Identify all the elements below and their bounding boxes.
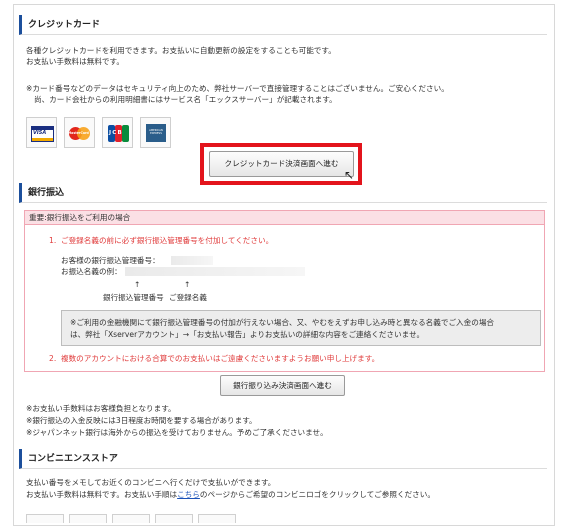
visa-label: VISA [33,130,47,136]
item1-text: ご登録名義の前に必ず銀行振込管理番号を付加してください。 [61,236,274,245]
credit-note-2: 尚、カード会社からの利用明細書にはサービス名「エックスサーバー」が記載されます。 [34,95,337,104]
bank-transfer-payment-button[interactable]: 銀行振り込み決済画面へ進む [220,375,345,396]
mastercard-label: MasterCard [68,131,89,135]
label-registered-name: ご登録名義 [169,293,207,302]
payment-page: クレジットカード 各種クレジットカードを利用できます。お支払いに自動更新の設定を… [13,4,555,526]
bank-section-title: 銀行振込 [19,183,547,203]
jcb-label: JCB [109,130,123,136]
arrow-name: ↑ [184,280,191,289]
conv-desc-2-b: のページからご希望のコンビニロゴをクリックしてご参照ください。 [199,490,435,499]
amex-label: AMERICAN EXPRESS [149,129,163,135]
conv-desc-1: 支払い番号をメモしてお近くのコンビニへ行くだけで支払いができます。 [26,478,276,487]
item2-text: 複数のアカウントにおける合算でのお支払いはご遠慮くださいますようお願い申し上げま… [61,354,380,363]
label-mgmt-number: 銀行振込管理番号 [103,293,164,302]
jcb-logo: JCB [102,117,133,148]
credit-section-title: クレジットカード [19,15,547,35]
note-box-line-1: ※ご利用の金融機関にて銀行振込管理番号の付加が行えない場合、又、やむをえずお申し… [70,318,495,327]
conv-desc-2: お支払い手数料は無料です。お支払い手順はこちらのページからご希望のコンビニロゴを… [26,489,435,500]
convenience-logo-4[interactable] [155,514,193,523]
credit-desc-2: お支払い手数料は無料です。 [26,57,124,66]
payer-name-redacted [125,267,305,276]
convenience-logo-1[interactable] [26,514,64,523]
convenience-logo-3[interactable] [112,514,150,523]
note-box: ※ご利用の金融機関にて銀行振込管理番号の付加が行えない場合、又、やむをえずお申し… [61,310,541,346]
bank-footnote-3: ※ジャパンネット銀行は海外からの振込を受けておりません。予めご了承くださいませ。 [26,428,328,437]
mgmt-number-field-label: お客様の銀行振込管理番号： [61,256,160,265]
bank-notice-box: 重要:銀行振込をご利用の場合 1. ご登録名義の前に必ず銀行振込管理番号を付加し… [24,210,545,372]
convenience-logo-5[interactable] [198,514,236,523]
credit-note-1: ※カード番号などのデータはセキュリティ向上のため、弊社サーバーで直接管理すること… [26,84,449,93]
cursor-icon: ↖ [344,168,355,182]
convenience-logo-2[interactable] [69,514,107,523]
note-box-line-2: は、弊社「Xserverアカウント」→「お支払い報告」よりお支払いの詳細な内容を… [70,330,425,339]
bank-footnote-1: ※お支払い手数料はお客様負担となります。 [26,404,176,413]
mastercard-logo: MasterCard [64,117,95,148]
amex-logo: AMERICAN EXPRESS [140,117,171,148]
visa-logo: VISA [26,117,57,148]
bank-notice-title: 重要:銀行振込をご利用の場合 [25,211,544,225]
payer-name-example-label: お振込名義の例： [61,267,122,276]
bank-footnote-2: ※銀行振込の入金反映には3日程度お時間を要する場合があります。 [26,416,257,425]
item1-number: 1. [49,236,57,245]
highlight-frame [200,143,362,185]
credit-desc-1: 各種クレジットカードを利用できます。お支払いに自動更新の設定をすることも可能です… [26,46,336,55]
mgmt-number-redacted [171,256,213,265]
conv-procedure-link[interactable]: こちら [177,490,200,499]
conv-desc-2-a: お支払い手数料は無料です。お支払い手順は [26,490,178,499]
arrow-mgmt: ↑ [134,280,141,289]
conv-section-title: コンビニエンスストア [19,449,547,469]
item2-number: 2. [49,354,57,363]
